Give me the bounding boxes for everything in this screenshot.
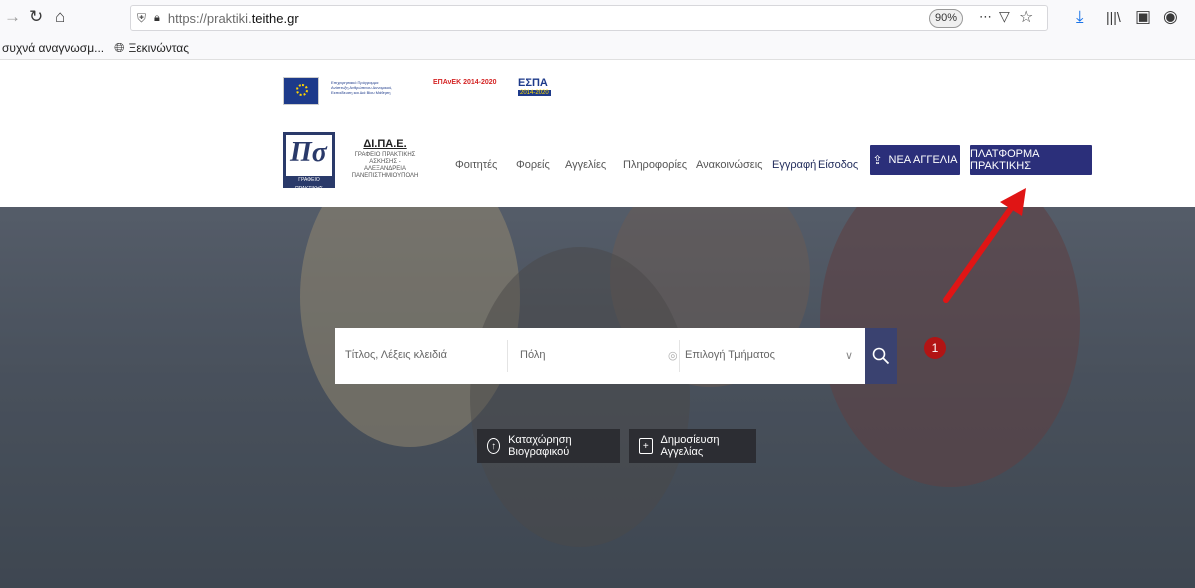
annotation-arrow	[943, 188, 1026, 303]
